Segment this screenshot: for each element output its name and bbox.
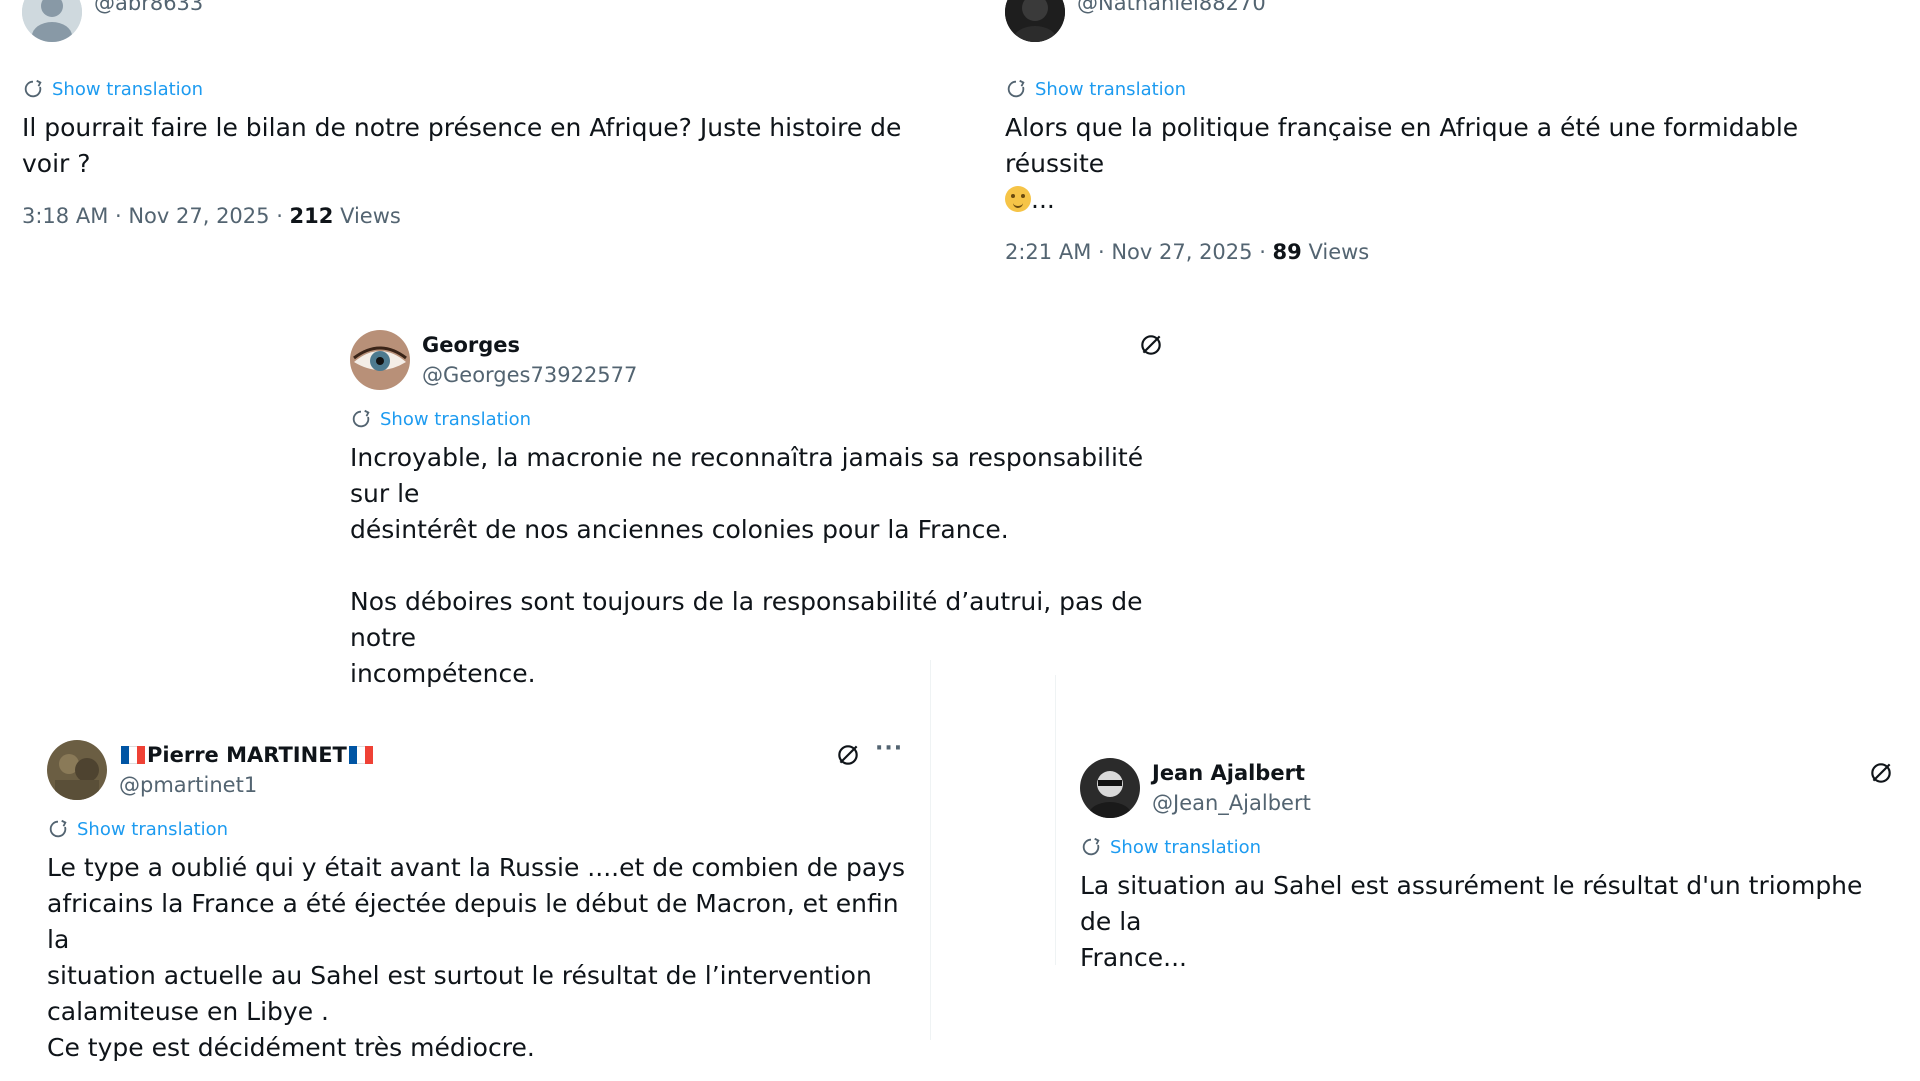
avatar[interactable] xyxy=(350,330,410,390)
tweet-names: Georges @Georges73922577 xyxy=(422,330,637,390)
tweet-text: Alors que la politique française en Afri… xyxy=(1005,110,1905,218)
tweet-text: Incroyable, la macronie ne reconnaîtra j… xyxy=(350,443,1144,688)
grok-icon[interactable] xyxy=(1868,760,1894,786)
views-label: Views xyxy=(333,204,401,228)
show-translation-label[interactable]: Show translation xyxy=(1035,79,1186,100)
avatar-image-icon xyxy=(1005,0,1065,42)
show-translation-link[interactable]: Show translation xyxy=(47,814,917,844)
tweet-handle[interactable]: @Nathaniel88270 xyxy=(1077,0,1266,18)
show-translation-label[interactable]: Show translation xyxy=(52,79,203,100)
french-flag-icon xyxy=(121,746,145,764)
eye-avatar-icon xyxy=(350,330,410,390)
tweet-card[interactable]: Jean Ajalbert @Jean_Ajalbert Show transl… xyxy=(1080,758,1900,976)
tweet-meta: 2:21 AM · Nov 27, 2025 · 89 Views xyxy=(1005,240,1905,264)
column-divider xyxy=(1055,675,1056,965)
tweet-author-name[interactable]: Georges xyxy=(422,330,637,360)
tweet-names: Pierre MARTINET @pmartinet1 xyxy=(119,740,375,800)
tweet-text: La situation au Sahel est assurément le … xyxy=(1080,871,1863,972)
avatar[interactable] xyxy=(47,740,107,800)
avatar-image-icon xyxy=(47,740,107,800)
avatar[interactable] xyxy=(1080,758,1140,818)
translate-icon xyxy=(1082,837,1100,856)
tweet-header: Georges @Georges73922577 xyxy=(350,330,1180,390)
tweet-names: Jean Ajalbert @Jean_Ajalbert xyxy=(1152,758,1311,818)
tweet-card[interactable]: @abr8633 Show translation Il pourrait fa… xyxy=(22,0,922,228)
show-translation-link[interactable]: Show translation xyxy=(1005,74,1905,104)
grok-icon[interactable] xyxy=(1138,332,1164,358)
translate-icon xyxy=(24,79,42,98)
tweet-card[interactable]: Georges @Georges73922577 Show translatio… xyxy=(350,330,1180,692)
tweet-meta: 3:18 AM · Nov 27, 2025 · 212 Views xyxy=(22,204,922,228)
avatar[interactable] xyxy=(1005,0,1065,42)
translate-icon xyxy=(49,819,67,838)
show-translation-label[interactable]: Show translation xyxy=(380,409,531,430)
french-flag-icon xyxy=(348,746,373,764)
more-icon[interactable]: ··· xyxy=(875,736,903,761)
tweet-text: Il pourrait faire le bilan de notre prés… xyxy=(22,113,902,178)
tweet-author-name[interactable]: Jean Ajalbert xyxy=(1152,758,1311,788)
views-label: Views xyxy=(1301,240,1370,264)
show-translation-label[interactable]: Show translation xyxy=(1110,837,1261,858)
tweet-handle[interactable]: @Georges73922577 xyxy=(422,360,637,390)
tweet-handle[interactable]: @abr8633 xyxy=(94,0,203,18)
tweet-card[interactable]: Pierre MARTINET @pmartinet1 ··· Show tra… xyxy=(47,736,917,1066)
screenshot-collage: @abr8633 Show translation Il pourrait fa… xyxy=(0,0,1920,1081)
show-translation-link[interactable]: Show translation xyxy=(350,404,1180,434)
grok-icon[interactable] xyxy=(835,742,861,768)
translate-icon xyxy=(352,409,370,428)
tweet-author-name[interactable]: Pierre MARTINET xyxy=(119,740,375,770)
tweet-header: Jean Ajalbert @Jean_Ajalbert xyxy=(1080,758,1900,818)
tweet-header: @abr8633 xyxy=(22,0,922,42)
show-translation-label[interactable]: Show translation xyxy=(77,819,228,840)
tweet-text: Le type a oublié qui y était avant la Ru… xyxy=(47,853,906,1062)
author-name-text[interactable]: Pierre MARTINET xyxy=(147,743,347,767)
show-translation-link[interactable]: Show translation xyxy=(1080,832,1900,862)
tweet-timestamp[interactable]: 2:21 AM · Nov 27, 2025 · xyxy=(1005,240,1273,264)
tweet-header: @Nathaniel88270 xyxy=(1005,0,1905,42)
translate-icon xyxy=(1007,79,1025,98)
tweet-handle[interactable]: @Jean_Ajalbert xyxy=(1152,788,1311,818)
avatar-image-icon xyxy=(1080,758,1140,818)
tweet-text-main: Alors que la politique française en Afri… xyxy=(1005,113,1799,178)
tweet-text-tail: ... xyxy=(1031,185,1055,214)
show-translation-link[interactable]: Show translation xyxy=(22,74,922,104)
tweet-timestamp[interactable]: 3:18 AM · Nov 27, 2025 · xyxy=(22,204,290,228)
default-avatar-icon xyxy=(22,0,82,42)
column-divider xyxy=(930,660,931,1040)
tweet-card[interactable]: @Nathaniel88270 Show translation Alors q… xyxy=(1005,0,1905,264)
views-count: 212 xyxy=(289,204,334,228)
avatar[interactable] xyxy=(22,0,82,42)
emoji-icon xyxy=(1005,186,1031,212)
tweet-header: Pierre MARTINET @pmartinet1 ··· xyxy=(47,736,917,800)
views-count: 89 xyxy=(1272,240,1302,264)
tweet-handle[interactable]: @pmartinet1 xyxy=(119,770,375,800)
